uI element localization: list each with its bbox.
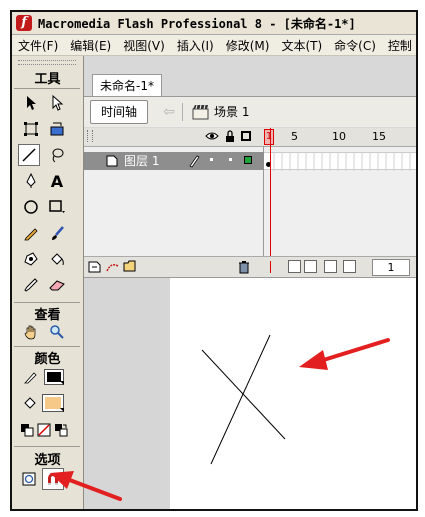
frame-number: 5 bbox=[291, 130, 298, 143]
eye-icon[interactable] bbox=[205, 130, 219, 145]
oval-tool-icon[interactable] bbox=[20, 196, 42, 218]
fill-transform-tool-icon[interactable] bbox=[46, 118, 68, 140]
options-section-title: 选项 bbox=[34, 453, 61, 468]
timeline-grip[interactable] bbox=[87, 130, 93, 142]
frame-number: 10 bbox=[332, 130, 346, 143]
snap-magnet-icon[interactable] bbox=[42, 468, 64, 490]
fill-color-swatch[interactable] bbox=[42, 394, 64, 412]
playhead[interactable] bbox=[270, 128, 271, 266]
black-white-icon[interactable] bbox=[19, 422, 35, 438]
pencil-tool-icon[interactable] bbox=[20, 222, 42, 244]
insert-layer-icon[interactable] bbox=[88, 260, 102, 276]
paint-bucket-fill-icon bbox=[20, 392, 40, 414]
selection-tool-icon[interactable] bbox=[20, 92, 42, 114]
scene-label[interactable]: 场景 1 bbox=[214, 103, 249, 121]
layer-page-icon bbox=[106, 155, 118, 170]
timeline-panel: 1 5 10 15 图层 1 bbox=[84, 128, 416, 277]
edit-multiple-frames-icon[interactable] bbox=[324, 260, 337, 273]
add-motion-guide-icon[interactable] bbox=[105, 260, 121, 276]
menu-view[interactable]: 视图(V) bbox=[117, 37, 171, 54]
brush-tool-icon[interactable] bbox=[46, 222, 68, 244]
center-frame-icon[interactable] bbox=[270, 261, 271, 273]
menu-edit[interactable]: 编辑(E) bbox=[64, 37, 117, 54]
zoom-tool-icon[interactable] bbox=[46, 321, 68, 343]
document-area: 未命名-1* 时间轴 ⇦ 场景 1 1 5 bbox=[84, 56, 416, 509]
free-transform-tool-icon[interactable] bbox=[20, 118, 42, 140]
panel-grip[interactable] bbox=[18, 60, 76, 65]
drawn-line-1 bbox=[201, 349, 286, 440]
layer-row[interactable]: 图层 1 bbox=[84, 152, 264, 170]
lock-icon[interactable] bbox=[225, 130, 235, 146]
divider bbox=[14, 302, 80, 303]
edit-bar: 时间轴 ⇦ 场景 1 bbox=[84, 97, 416, 127]
document-tab[interactable]: 未命名-1* bbox=[92, 74, 162, 97]
line-tool-icon[interactable] bbox=[18, 144, 40, 166]
onion-skin-outlines-icon[interactable] bbox=[304, 260, 317, 273]
drawn-line-2 bbox=[210, 334, 271, 465]
tools-title: 工具 bbox=[34, 72, 61, 87]
colors-section-title: 颜色 bbox=[34, 352, 61, 367]
window-title: Macromedia Flash Professional 8 - [未命名-1… bbox=[38, 16, 356, 31]
stroke-color-swatch[interactable] bbox=[44, 369, 64, 385]
swap-colors-icon[interactable] bbox=[53, 422, 69, 438]
scene-clapper-icon bbox=[192, 104, 210, 120]
onion-skin-icon[interactable] bbox=[288, 260, 301, 273]
menu-modify[interactable]: 修改(M) bbox=[220, 37, 276, 54]
timeline-header: 1 5 10 15 bbox=[84, 128, 416, 147]
object-drawing-icon[interactable] bbox=[20, 470, 38, 488]
toolbar-separator bbox=[182, 103, 183, 121]
text-tool-icon[interactable]: A bbox=[46, 170, 68, 192]
hand-tool-icon[interactable] bbox=[20, 321, 42, 343]
subselection-tool-icon[interactable] bbox=[46, 92, 68, 114]
divider bbox=[14, 446, 80, 447]
current-frame-field: 1 bbox=[372, 259, 410, 276]
lock-dot[interactable] bbox=[229, 158, 232, 161]
frames-row[interactable] bbox=[264, 152, 416, 171]
eraser-tool-icon[interactable] bbox=[46, 274, 68, 296]
menu-text[interactable]: 文本(T) bbox=[275, 37, 328, 54]
paint-bucket-tool-icon[interactable] bbox=[46, 248, 68, 270]
layer-outline-color[interactable] bbox=[244, 156, 252, 164]
ink-bottle-tool-icon[interactable] bbox=[20, 248, 42, 270]
title-bar: f Macromedia Flash Professional 8 - [未命名… bbox=[12, 12, 416, 35]
playhead-head[interactable]: 1 bbox=[264, 129, 274, 145]
visibility-dot[interactable] bbox=[210, 158, 213, 161]
menu-control[interactable]: 控制 bbox=[382, 37, 416, 54]
back-arrow-icon[interactable]: ⇦ bbox=[159, 103, 179, 121]
pen-tool-icon[interactable] bbox=[20, 170, 42, 192]
stroke-pencil-icon bbox=[20, 366, 42, 388]
menu-insert[interactable]: 插入(I) bbox=[171, 37, 220, 54]
outline-icon[interactable] bbox=[241, 131, 251, 141]
divider bbox=[14, 88, 80, 89]
flash-app-icon: f bbox=[16, 15, 32, 31]
layer-pencil-icon bbox=[188, 154, 200, 171]
menu-file[interactable]: 文件(F) bbox=[12, 37, 64, 54]
eyedropper-tool-icon[interactable] bbox=[20, 274, 42, 296]
pasteboard bbox=[84, 277, 416, 509]
rectangle-tool-icon[interactable] bbox=[46, 196, 68, 218]
insert-folder-icon[interactable] bbox=[123, 260, 137, 275]
app-window: f Macromedia Flash Professional 8 - [未命名… bbox=[10, 10, 418, 511]
frame-number: 15 bbox=[372, 130, 386, 143]
modify-onion-markers-icon[interactable] bbox=[343, 260, 356, 273]
lasso-tool-icon[interactable] bbox=[46, 144, 68, 166]
divider bbox=[14, 346, 80, 347]
menu-commands[interactable]: 命令(C) bbox=[328, 37, 382, 54]
tools-panel: 工具 A 查看 颜色 选项 bbox=[12, 56, 84, 509]
timeline-toggle-button[interactable]: 时间轴 bbox=[90, 100, 148, 124]
menu-bar: 文件(F) 编辑(E) 视图(V) 插入(I) 修改(M) 文本(T) 命令(C… bbox=[12, 35, 416, 56]
delete-layer-trash-icon[interactable] bbox=[238, 260, 250, 277]
no-color-icon[interactable] bbox=[36, 422, 52, 438]
layer-name[interactable]: 图层 1 bbox=[124, 152, 159, 170]
timeline-footer: 1 bbox=[84, 256, 416, 277]
stage-canvas[interactable] bbox=[170, 278, 416, 509]
